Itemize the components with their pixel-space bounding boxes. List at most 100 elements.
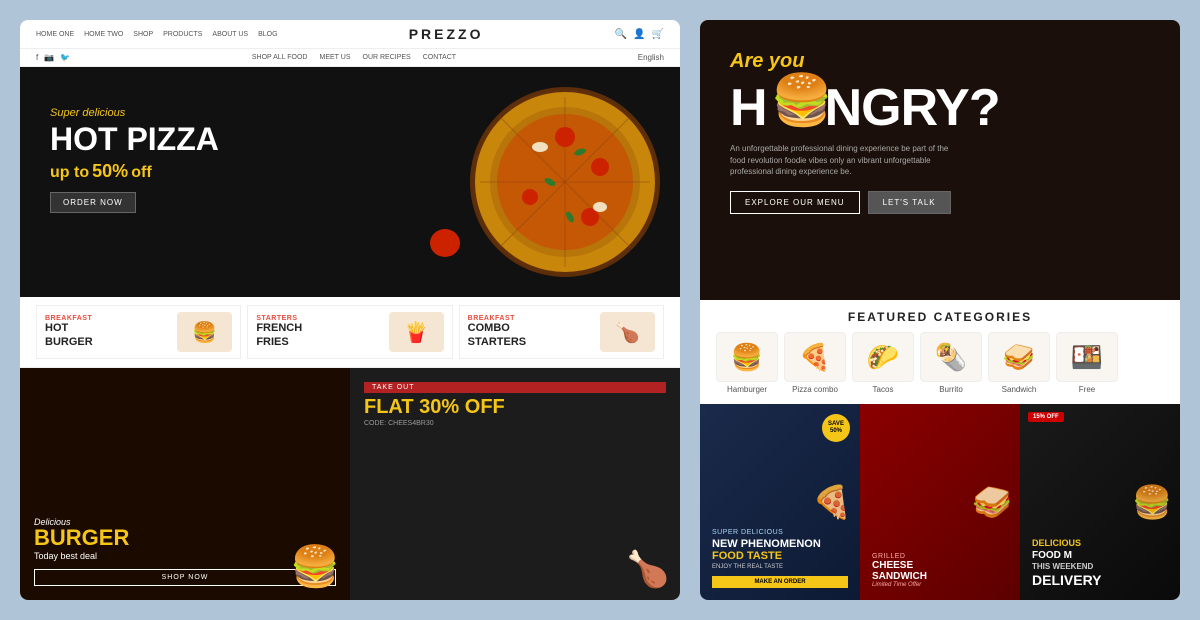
cat-img-2: 🍗 [600,312,655,352]
twitter-icon[interactable]: 🐦 [60,53,70,62]
nav-link-home2[interactable]: HOME TWO [84,31,123,38]
featured-section: FEATURED CATEGORIES 🍔 Hamburger 🍕 Pizza … [700,300,1180,400]
nav-top: HOME ONE HOME TWO SHOP PRODUCTS ABOUT US… [20,20,680,49]
user-icon[interactable]: 👤 [633,29,645,40]
nav-recipes[interactable]: OUR RECIPES [363,54,411,61]
promo-title-1: NEW PHENOMENON FOOD TASTE [712,538,848,562]
takeout-banner: TAKE OUT FLAT 30% OFF CODE: CHEES4BR30 🍗 [350,368,680,600]
language-selector[interactable]: English [638,53,664,62]
nav-link-shop[interactable]: SHOP [133,31,153,38]
feat-cat-tacos[interactable]: 🌮 Tacos [852,332,914,394]
nav-contact[interactable]: CONTACT [423,54,456,61]
promo-card-2: 🥪 Grilled CHEESE SANDWICH Limited Time O… [860,404,1020,600]
promo-title-2-line1: CHEESE [872,560,913,571]
cat-label-2: BREAKFAST [468,315,526,322]
hero-subtitle: Super delicious [50,107,219,119]
cat-img-0: 🍔 [177,312,232,352]
instagram-icon[interactable]: 📷 [44,53,54,62]
feat-cat-sandwich[interactable]: 🥪 Sandwich [988,332,1050,394]
promo-off-badge: 15% OFF [1028,412,1064,422]
brand-name: PREZZO [409,26,484,42]
feat-cat-label-2: Tacos [873,385,894,394]
promo-title-3-line1: FOOD M [1032,550,1072,561]
feat-cat-label-0: Hamburger [727,385,767,394]
left-panel: HOME ONE HOME TWO SHOP PRODUCTS ABOUT US… [20,20,680,600]
promo-subtitle-1: Super Delicious [712,529,848,536]
hungry-desc: An unforgettable professional dining exp… [730,143,950,177]
promo-food-2: 🥪 [972,483,1012,521]
takeout-title-end: OFF [459,396,505,418]
feat-cat-img-1: 🍕 [784,332,846,382]
promo-food-1: 🍕 [812,483,852,521]
hungry-hero: Are you H 🍔 NGRY? An unforgettable profe… [700,20,1180,300]
nav-icons: 🔍 👤 🛒 [615,29,664,40]
promo-subtitle-2: Grilled [872,553,1008,560]
promo-save-badge: SAVE50% [822,414,850,442]
search-icon[interactable]: 🔍 [615,29,627,40]
nav-shop-all[interactable]: SHOP ALL FOOD [252,54,308,61]
nav-link-about[interactable]: ABOUT US [212,31,248,38]
featured-title: FEATURED CATEGORIES [716,310,1164,324]
burger-banner: Delicious BURGER Today best deal SHOP NO… [20,368,350,600]
feat-cat-pizza[interactable]: 🍕 Pizza combo [784,332,846,394]
hungry-buttons: EXPLORE OUR MENU LET'S TALK [730,191,1000,214]
featured-categories: 🍔 Hamburger 🍕 Pizza combo 🌮 Tacos 🌯 Burr… [716,332,1164,394]
feat-cat-label-4: Sandwich [1002,385,1037,394]
cart-icon[interactable]: 🛒 [652,29,664,40]
feat-cat-img-2: 🌮 [852,332,914,382]
hungry-content: Are you H 🍔 NGRY? An unforgettable profe… [730,50,1000,214]
category-combo-starters[interactable]: BREAKFAST COMBOSTARTERS 🍗 [459,305,664,359]
category-cards: BREAKFAST HOTBURGER 🍔 STARTERS FRENCHFRI… [20,297,680,368]
nav-link-products[interactable]: PRODUCTS [163,31,202,38]
secondary-links: SHOP ALL FOOD MEET US OUR RECIPES CONTAC… [252,54,456,61]
nav-meet-us[interactable]: MEET US [320,54,351,61]
hero-offer: up to 50% off [50,161,219,182]
feat-cat-hamburger[interactable]: 🍔 Hamburger [716,332,778,394]
promo-card-1: SAVE50% 🍕 Super Delicious NEW PHENOMENON… [700,404,860,600]
feat-cat-label-3: Burrito [939,385,963,394]
nav-social: f 📷 🐦 [36,53,70,62]
facebook-icon[interactable]: f [36,53,38,62]
feat-cat-label-5: Free [1079,385,1095,394]
nav-top-links: HOME ONE HOME TWO SHOP PRODUCTS ABOUT US… [36,31,278,38]
hero-offer-prefix: up to [50,164,89,181]
hero-title: HOT PIZZA [50,123,219,155]
promo-delivery: DELIVERY [1032,572,1168,588]
category-french-fries[interactable]: STARTERS FRENCHFRIES 🍟 [247,305,452,359]
nav-link-blog[interactable]: BLOG [258,31,277,38]
promo-row: SAVE50% 🍕 Super Delicious NEW PHENOMENON… [700,404,1180,600]
banner-row: Delicious BURGER Today best deal SHOP NO… [20,368,680,600]
nav-secondary: f 📷 🐦 SHOP ALL FOOD MEET US OUR RECIPES … [20,49,680,67]
explore-menu-button[interactable]: EXPLORE OUR MENU [730,191,860,214]
pizza-visual [470,87,660,277]
promo-title-2: CHEESE SANDWICH [872,560,1008,582]
cat-name-1: FRENCHFRIES [256,322,302,348]
category-hot-burger[interactable]: BREAKFAST HOTBURGER 🍔 [36,305,241,359]
takeout-banner-image: 🍗 [626,549,670,590]
cat-name-0: HOTBURGER [45,322,93,348]
feat-cat-free[interactable]: 🍱 Free [1056,332,1118,394]
promo-card3-subtitle: Delicious [1032,538,1168,548]
lets-talk-button[interactable]: LET'S TALK [868,191,951,214]
promo-title-3-line2: THIS WEEKEND [1032,562,1093,571]
cat-label-0: BREAKFAST [45,315,93,322]
takeout-title: FLAT 30% OFF [364,397,666,417]
hero-offer-percent: 50% [92,161,128,181]
feat-cat-img-4: 🥪 [988,332,1050,382]
takeout-title-white: FLAT [364,396,419,418]
feat-cat-burrito[interactable]: 🌯 Burrito [920,332,982,394]
promo-food-3: 🍔 [1132,483,1172,521]
hungry-areyou: Are you [730,50,1000,73]
cat-img-1: 🍟 [389,312,444,352]
promo-title-1-line1: NEW PHENOMENON [712,538,821,550]
order-now-button[interactable]: ORDER NOW [50,192,136,213]
nav-link-home1[interactable]: HOME ONE [36,31,74,38]
feat-cat-img-0: 🍔 [716,332,778,382]
make-order-button[interactable]: MAKE AN ORDER [712,576,848,588]
takeout-tag: TAKE OUT [364,382,666,393]
hero-offer-suffix: off [131,164,151,181]
feat-cat-img-3: 🌯 [920,332,982,382]
promo-card-3: 15% OFF 🍔 Delicious FOOD M THIS WEEKEND … [1020,404,1180,600]
right-panel: Are you H 🍔 NGRY? An unforgettable profe… [700,20,1180,600]
promo-title-1-line2: FOOD TASTE [712,550,782,562]
